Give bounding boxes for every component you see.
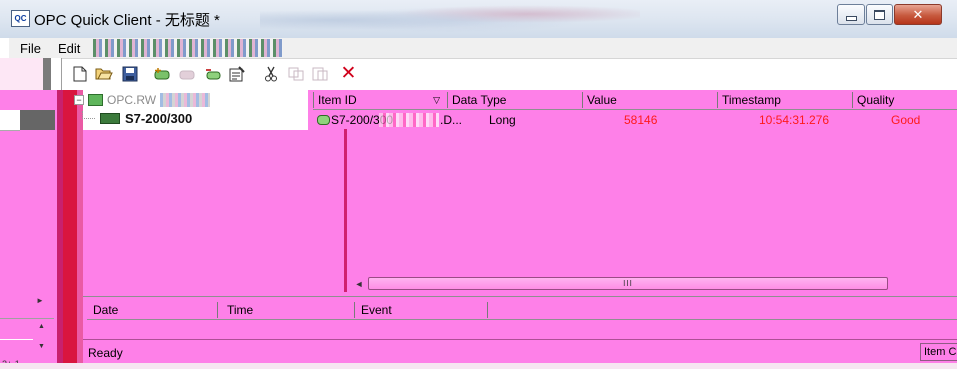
save-icon[interactable]	[120, 64, 139, 83]
minimize-button[interactable]	[837, 4, 865, 25]
left-panel-divider	[43, 58, 51, 90]
menu-edit[interactable]: Edit	[58, 41, 80, 56]
item-id-obscured	[379, 113, 439, 127]
scrollbar-grip: III	[623, 279, 633, 288]
tree-item-group-label: S7-200/300	[125, 110, 193, 126]
sort-arrow-icon: ▽	[433, 95, 440, 105]
timestamp-cell: 10:54:31.276	[759, 113, 830, 127]
maximize-icon	[874, 9, 885, 20]
pane-splitter-right[interactable]	[77, 90, 83, 369]
new-group-icon[interactable]	[152, 64, 171, 83]
app-icon[interactable]: QC	[11, 10, 30, 27]
log-column-event[interactable]: Event	[355, 302, 488, 318]
column-header-data-type[interactable]: Data Type	[447, 92, 581, 108]
status-panel-item-count: Item C	[920, 343, 957, 361]
column-header-item-id[interactable]: Item ID ▽	[313, 92, 446, 108]
status-text: Ready	[88, 346, 123, 360]
scroll-right-icon[interactable]: ►	[36, 296, 44, 305]
connect-icon[interactable]	[203, 64, 222, 83]
group-icon	[100, 112, 120, 124]
log-column-date[interactable]: Date	[87, 302, 218, 318]
left-scroll-track[interactable]	[0, 318, 54, 341]
close-button[interactable]: ✕	[894, 4, 942, 25]
new-icon[interactable]	[70, 64, 89, 83]
window-title: OPC Quick Client - 无标题 *	[34, 12, 220, 29]
column-header-value[interactable]: Value	[582, 92, 716, 108]
table-row[interactable]: S7-200/300 .D... Long 58146 10:54:31.276…	[313, 111, 957, 129]
menu-obscured-items	[93, 39, 283, 57]
server-icon	[88, 94, 103, 106]
column-header-quality[interactable]: Quality	[852, 92, 957, 108]
left-scroll-separator	[0, 339, 33, 340]
tree-item-group[interactable]: S7-200/300	[82, 109, 192, 127]
window-bottom-edge	[0, 363, 957, 369]
log-pane-border	[83, 296, 957, 297]
column-header-timestamp[interactable]: Timestamp	[717, 92, 851, 108]
scroll-left-icon[interactable]: ◄	[351, 277, 367, 291]
scrollbar-thumb[interactable]: III	[368, 277, 888, 290]
paste-icon[interactable]	[310, 64, 329, 83]
minimize-icon	[845, 16, 857, 21]
collapse-icon[interactable]: −	[74, 95, 84, 105]
title-bar-background	[260, 2, 640, 32]
tree-item-server-obscured	[160, 93, 211, 107]
work-area	[0, 90, 957, 369]
tree-list-divider[interactable]	[344, 128, 347, 292]
log-column-time[interactable]: Time	[221, 302, 355, 318]
scroll-up-icon[interactable]: ▲	[38, 323, 45, 330]
new-item-icon[interactable]	[177, 64, 196, 83]
value-cell: 58146	[624, 113, 658, 127]
left-panel-header	[0, 58, 43, 90]
log-pane-bottom	[83, 339, 957, 340]
left-panel-tab-dark[interactable]	[20, 110, 55, 130]
close-icon: ✕	[912, 7, 924, 22]
tree-item-server[interactable]: − OPC.RW	[74, 92, 211, 108]
menu-bar: File Edit	[9, 38, 957, 59]
event-log-header: Date Time Event	[87, 301, 957, 320]
pane-splitter[interactable]	[63, 90, 77, 369]
tree-item-server-label: OPC.RW	[107, 93, 157, 107]
left-panel-edge	[51, 58, 62, 90]
item-id-suffix: .D...	[440, 113, 463, 127]
copy-icon[interactable]	[286, 64, 305, 83]
quality-cell: Good	[891, 113, 921, 127]
data-type-cell: Long	[489, 113, 516, 127]
cut-icon[interactable]	[261, 64, 280, 83]
toolbar: ✕	[64, 59, 957, 88]
open-icon[interactable]	[94, 64, 113, 83]
item-list-header: Item ID ▽ Data Type Value Timestamp Qual…	[313, 91, 957, 110]
item-icon	[317, 115, 330, 125]
list-horizontal-scrollbar[interactable]: ◄ III	[348, 275, 957, 293]
tree-connector	[82, 111, 95, 119]
menu-file[interactable]: File	[20, 41, 41, 56]
status-bar: Ready Item C	[83, 341, 957, 363]
title-bar[interactable]: QC OPC Quick Client - 无标题 * ✕	[0, 0, 957, 38]
scroll-down-icon[interactable]: ▼	[38, 343, 45, 350]
column-header-label: Item ID	[318, 93, 357, 107]
delete-icon[interactable]: ✕	[339, 64, 358, 83]
left-panel-tab[interactable]	[0, 110, 20, 131]
properties-icon[interactable]	[227, 64, 246, 83]
maximize-button[interactable]	[866, 4, 893, 25]
